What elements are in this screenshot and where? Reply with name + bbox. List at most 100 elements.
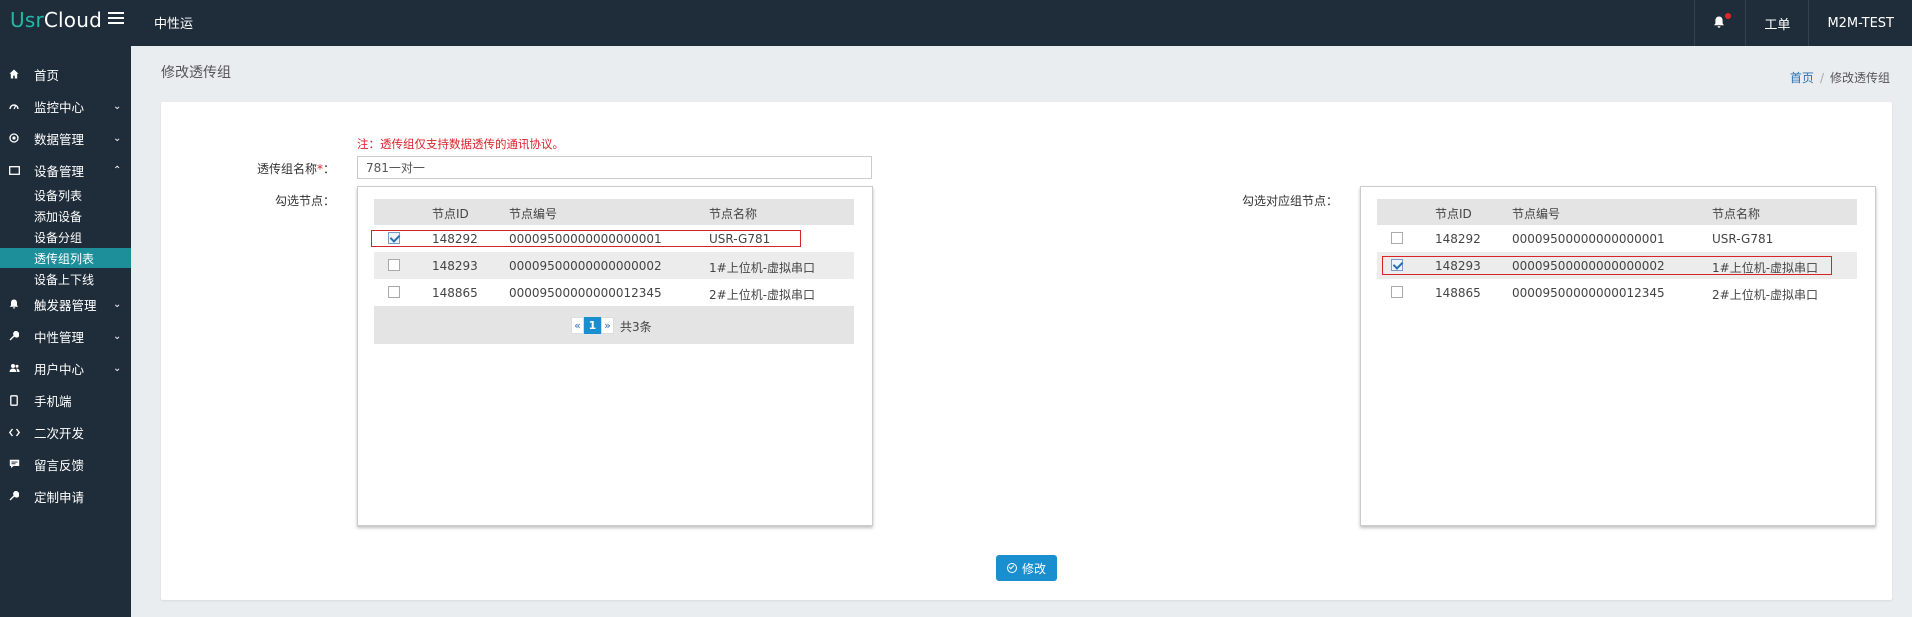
notification-dot [1725, 13, 1732, 19]
logo[interactable]: UsrCloud [10, 8, 102, 32]
table-row[interactable]: 148292 00009500000000000001 USR-G781 [1377, 225, 1857, 252]
notification-button[interactable] [1694, 0, 1745, 46]
node-code: 00009500000000000001 [1512, 232, 1665, 246]
highlight-box [371, 230, 801, 247]
sidebar-subitem-device-online[interactable]: 设备上下线 [0, 269, 131, 289]
column-header-name: 节点名称 [709, 207, 758, 221]
sidebar-item-develop[interactable]: 二次开发 [0, 416, 131, 448]
check-circle-icon [1006, 563, 1017, 573]
column-header-code: 节点编号 [1512, 207, 1561, 221]
wrench-icon [8, 330, 20, 342]
breadcrumb-separator: / [1819, 71, 1824, 85]
node-code: 00009500000000012345 [509, 286, 662, 300]
table-row[interactable]: 148865 00009500000000012345 2#上位机-虚拟串口 [374, 279, 854, 306]
select-nodes-label: 勾选节点： [274, 194, 335, 208]
sidebar-item-label: 数据管理 [34, 131, 85, 147]
logo-usr: Usr [10, 8, 44, 32]
work-order-button[interactable]: 工单 [1745, 0, 1808, 46]
sidebar-item-monitor[interactable]: 监控中心 ⌄ [0, 90, 131, 122]
code-icon [8, 426, 20, 438]
column-header-code: 节点编号 [509, 207, 558, 221]
sidebar-subitem-label: 透传组列表 [34, 251, 95, 266]
form-note: 注：透传组仅支持数据透传的通讯协议。 [357, 137, 564, 151]
sidebar-item-label: 二次开发 [34, 425, 85, 441]
chevron-down-icon: ⌄ [113, 298, 122, 310]
dashboard-icon [8, 100, 20, 112]
sidebar-subitem-device-group[interactable]: 设备分组 [0, 227, 131, 247]
node-id: 148865 [432, 286, 478, 300]
sidebar-subitem-label: 设备上下线 [34, 272, 95, 287]
database-icon [8, 132, 20, 144]
node-code: 00009500000000012345 [1512, 286, 1665, 300]
pagination-total: 共3条 [620, 320, 652, 334]
breadcrumb: 首页 / 修改透传组 [1790, 69, 1890, 86]
breadcrumb-home-link[interactable]: 首页 [1790, 71, 1814, 85]
sidebar-item-label: 设备管理 [34, 163, 85, 179]
breadcrumb-current: 修改透传组 [1829, 71, 1890, 85]
highlight-box [1382, 256, 1832, 275]
chevron-down-icon: ⌄ [113, 132, 122, 144]
bell-icon [8, 298, 20, 310]
group-name-label: 透传组名称*： [245, 160, 335, 177]
top-title: 中性运 [154, 17, 194, 32]
sidebar-subitem-label: 设备分组 [34, 230, 83, 245]
pagination: « 1 » 共3条 [374, 306, 854, 344]
sidebar-subitem-label: 添加设备 [34, 209, 83, 224]
row-checkbox[interactable] [388, 286, 400, 298]
select-target-nodes-label: 勾选对应组节点： [1241, 194, 1338, 208]
column-header-id: 节点ID [1435, 207, 1472, 221]
group-name-label-colon: ： [322, 162, 335, 176]
table-row[interactable]: 148292 00009500000000000001 USR-G781 [371, 225, 854, 252]
node-code: 00009500000000000002 [509, 259, 662, 273]
table-row[interactable]: 148293 00009500000000000002 1#上位机-虚拟串口 [1377, 252, 1857, 279]
menu-toggle-icon[interactable] [108, 12, 124, 26]
top-right-menu: 工单 M2M-TEST [1694, 0, 1912, 46]
sidebar-item-user-center[interactable]: 用户中心 ⌄ [0, 352, 131, 384]
pagination-prev-button[interactable]: « [571, 317, 584, 334]
chevron-down-icon: ⌄ [113, 362, 122, 374]
sidebar-item-label: 手机端 [34, 393, 72, 409]
pagination-page-1[interactable]: 1 [584, 317, 601, 334]
table-header: 节点ID 节点编号 节点名称 [1377, 199, 1857, 225]
row-checkbox[interactable] [1391, 232, 1403, 244]
top-bar: UsrCloud 中性运 工单 M2M-TEST [0, 0, 1912, 46]
sidebar-item-mobile[interactable]: 手机端 [0, 384, 131, 416]
account-menu[interactable]: M2M-TEST [1808, 0, 1912, 46]
page-title: 修改透传组 [161, 65, 231, 81]
group-name-input[interactable] [357, 156, 872, 179]
sidebar-subitem-device-list[interactable]: 设备列表 [0, 185, 131, 205]
submit-button[interactable]: 修改 [996, 555, 1057, 581]
group-name-label-text: 透传组名称 [256, 162, 317, 176]
node-name: USR-G781 [1712, 232, 1774, 246]
sidebar: 首页 监控中心 ⌄ 数据管理 ⌄ 设备管理 ⌃ 设备列表 添加设备 设备分组 透… [0, 46, 131, 617]
row-checkbox[interactable] [1391, 286, 1403, 298]
node-id: 148293 [432, 259, 478, 273]
sidebar-item-trigger[interactable]: 触发器管理 ⌄ [0, 288, 131, 320]
node-name: 1#上位机-虚拟串口 [709, 261, 816, 275]
sidebar-item-feedback[interactable]: 留言反馈 [0, 448, 131, 480]
pagination-next-button[interactable]: » [601, 317, 614, 334]
sidebar-item-label: 监控中心 [34, 99, 85, 115]
right-nodes-panel: 节点ID 节点编号 节点名称 148292 000095000000000000… [1360, 186, 1876, 526]
sidebar-item-label: 用户中心 [34, 361, 85, 377]
chevron-down-icon: ⌄ [113, 330, 122, 342]
chevron-up-icon: ⌃ [113, 165, 122, 176]
sidebar-item-neutral[interactable]: 中性管理 ⌄ [0, 320, 131, 352]
table-row[interactable]: 148293 00009500000000000002 1#上位机-虚拟串口 [374, 252, 854, 279]
device-icon [8, 164, 20, 176]
row-checkbox[interactable] [388, 259, 400, 271]
sidebar-item-data[interactable]: 数据管理 ⌄ [0, 122, 131, 154]
sidebar-subitem-add-device[interactable]: 添加设备 [0, 206, 131, 226]
sidebar-subitem-passthrough-list[interactable]: 透传组列表 [0, 248, 131, 268]
tools-icon [8, 490, 20, 502]
sidebar-item-home[interactable]: 首页 [0, 58, 131, 90]
table-row[interactable]: 148865 00009500000000012345 2#上位机-虚拟串口 [1377, 279, 1857, 306]
submit-button-label: 修改 [1021, 561, 1046, 576]
node-name: 2#上位机-虚拟串口 [1712, 288, 1819, 302]
sidebar-item-label: 触发器管理 [34, 297, 97, 313]
mobile-icon [8, 394, 20, 406]
sidebar-item-custom[interactable]: 定制申请 [0, 480, 131, 512]
bell-icon [1713, 13, 1732, 30]
column-header-id: 节点ID [432, 207, 469, 221]
sidebar-item-device[interactable]: 设备管理 ⌃ [0, 154, 131, 186]
